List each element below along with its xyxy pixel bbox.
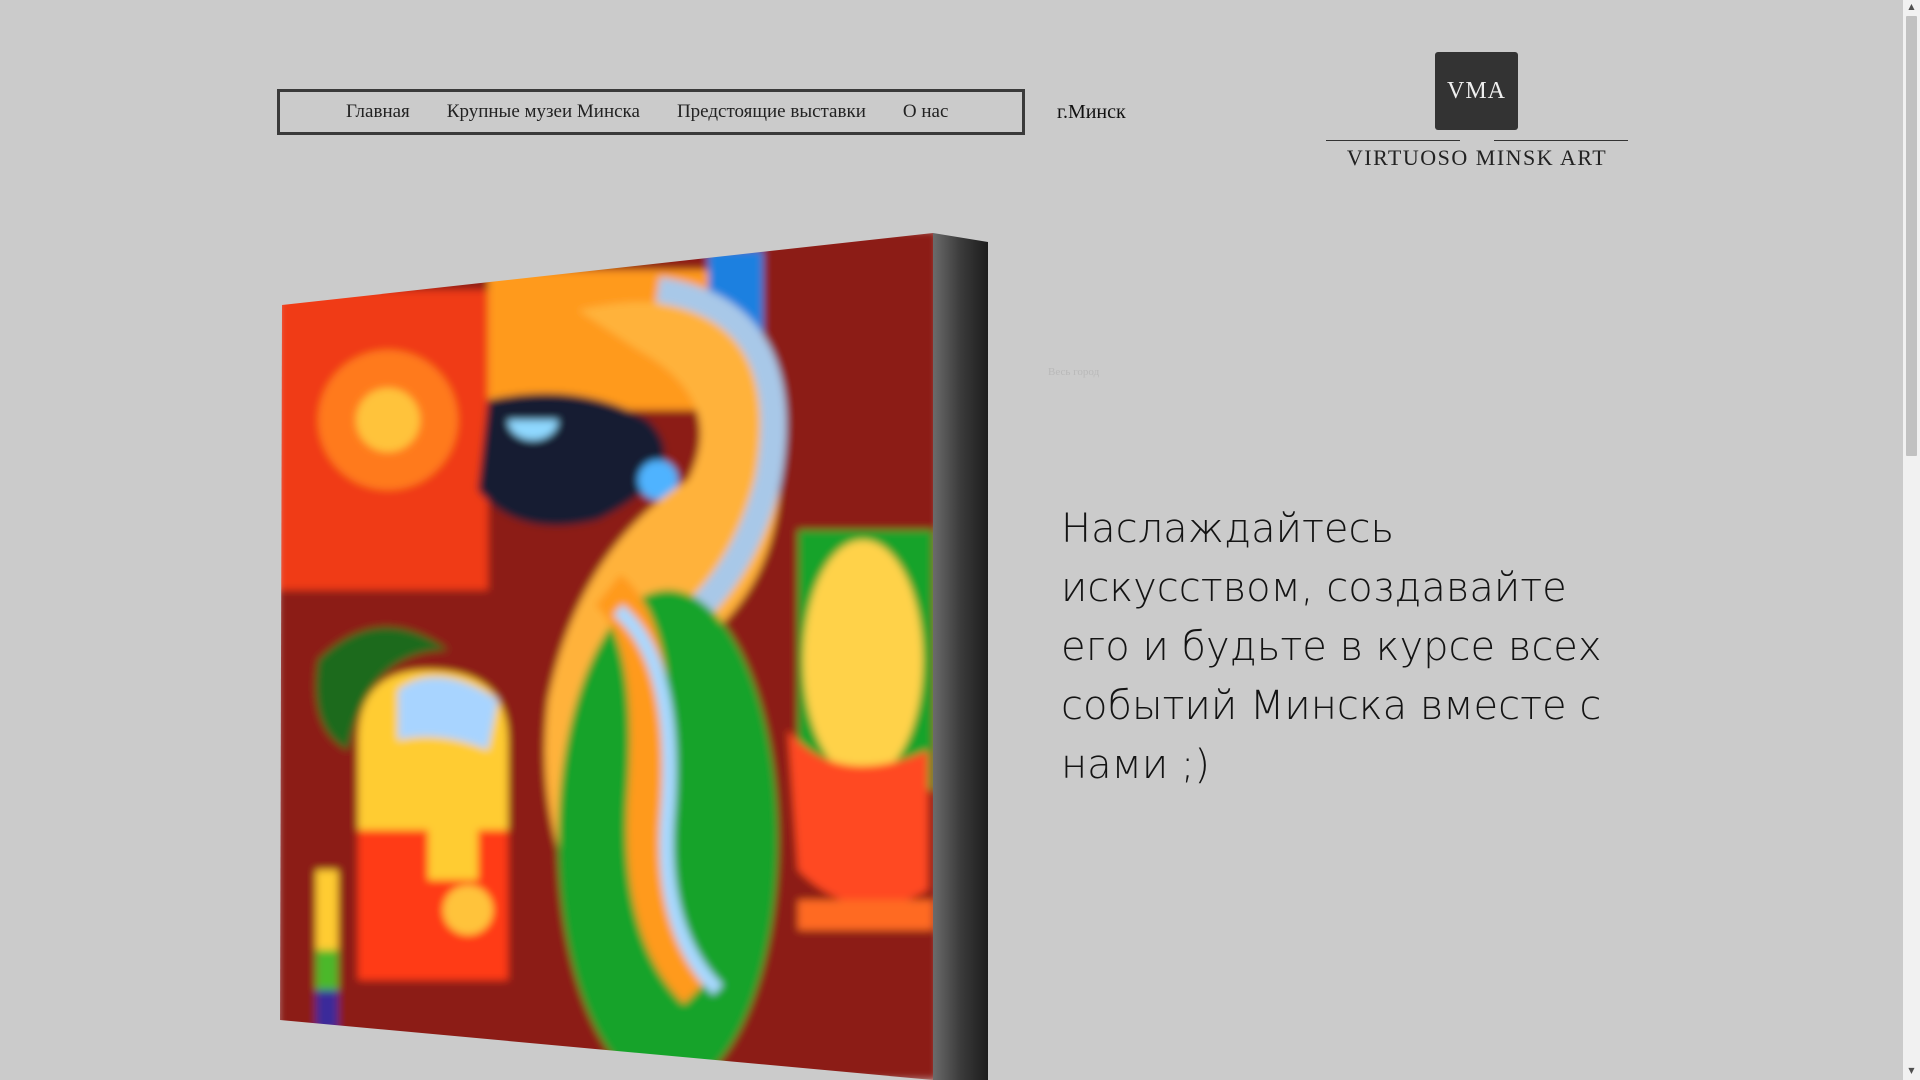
city-label: г.Минск bbox=[1057, 101, 1126, 123]
hero-painting-image bbox=[280, 233, 988, 1080]
scroll-thumb[interactable] bbox=[1906, 16, 1917, 456]
scroll-down-icon[interactable]: ▼ bbox=[1903, 1066, 1920, 1075]
logo-monogram: VMA bbox=[1435, 52, 1518, 130]
nav-item-museums[interactable]: Крупные музеи Минска bbox=[447, 101, 640, 123]
site-logo[interactable]: VMA VIRTUOSO MINSK ART bbox=[1326, 52, 1628, 172]
scroll-up-icon[interactable]: ▲ bbox=[1903, 2, 1920, 11]
nav-item-about[interactable]: О нас bbox=[903, 101, 949, 123]
nav-item-exhibitions[interactable]: Предстоящие выставки bbox=[677, 101, 866, 123]
faint-link[interactable]: Весь город bbox=[1048, 366, 1099, 378]
logo-divider-right bbox=[1494, 140, 1628, 141]
nav-item-home[interactable]: Главная bbox=[346, 101, 410, 123]
logo-name: VIRTUOSO MINSK ART bbox=[1346, 145, 1608, 170]
page-scrollbar[interactable]: ▲ ▼ bbox=[1903, 0, 1920, 1080]
painting-side bbox=[933, 233, 988, 1080]
logo-divider-left bbox=[1326, 140, 1460, 141]
hero-tagline: Наслаждайтесь искусством, создавайте его… bbox=[1061, 506, 1602, 788]
main-nav: Главная Крупные музеи Минска Предстоящие… bbox=[277, 89, 1025, 135]
